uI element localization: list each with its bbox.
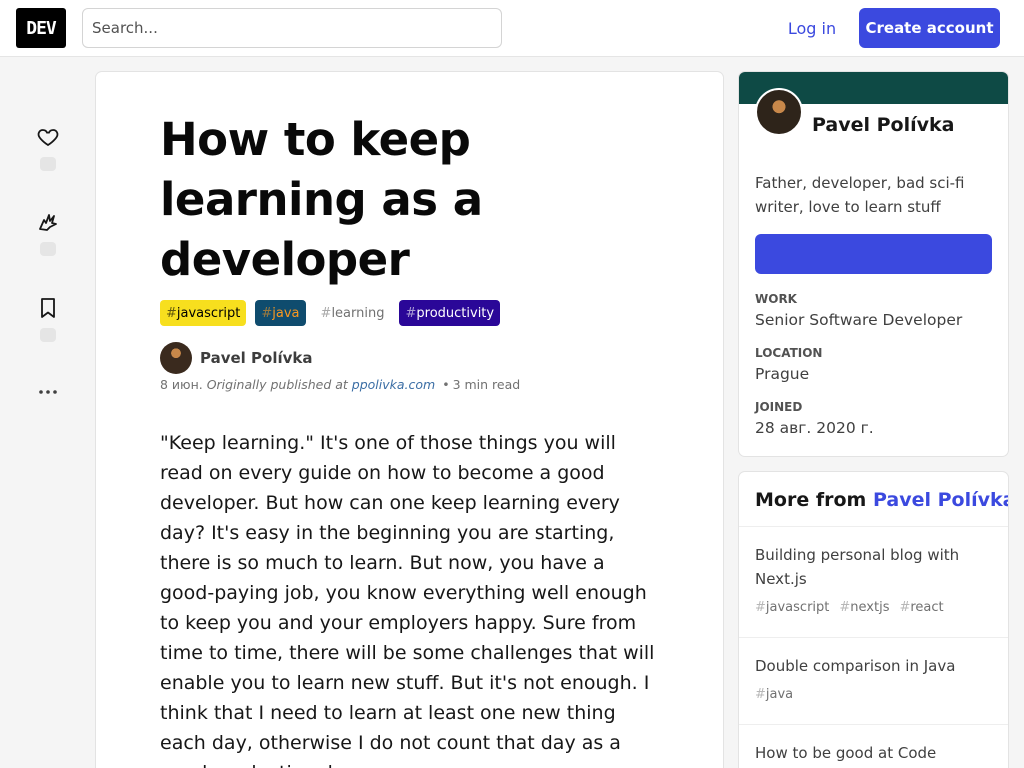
- article-card: How to keep learning as a developer # jav…: [96, 72, 723, 768]
- location-value: Prague: [755, 365, 810, 383]
- unicorn-icon: [39, 214, 57, 231]
- top-header: DEV Log in Create account: [0, 0, 1024, 57]
- bookmark-icon: [41, 298, 55, 318]
- article-tags: # javascript # java # learning # productivit…: [160, 300, 501, 326]
- more-from-heading: More from Pavel Polívka: [755, 489, 1008, 511]
- more-post-tags: #javascript #nextjs #react: [755, 600, 944, 615]
- tag-learning[interactable]: # learning: [314, 300, 391, 326]
- work-label: WORK: [755, 292, 797, 306]
- tag-javascript[interactable]: # javascript: [160, 300, 247, 326]
- follow-button[interactable]: [755, 234, 992, 274]
- author-profile-card: Pavel Polívka Father, developer, bad sci…: [739, 72, 1008, 456]
- author-avatar[interactable]: [160, 342, 192, 374]
- location-label: LOCATION: [755, 346, 823, 360]
- create-account-button[interactable]: Create account: [859, 8, 1000, 48]
- like-reaction[interactable]: [28, 125, 68, 171]
- joined-label: JOINED: [755, 400, 803, 414]
- profile-name[interactable]: Pavel Polívka: [812, 114, 954, 136]
- author-name[interactable]: Pavel Polívka: [200, 349, 313, 367]
- like-count: [40, 157, 56, 171]
- more-post-title[interactable]: Building personal blog with Next.js: [755, 543, 985, 591]
- more-post-tags: #java: [755, 687, 793, 702]
- more-post-title[interactable]: How to be good at Code Reviews: [755, 741, 985, 768]
- dev-logo[interactable]: DEV: [16, 8, 66, 48]
- bookmark-reaction[interactable]: [28, 296, 68, 342]
- article-author[interactable]: Pavel Polívka: [160, 342, 313, 374]
- more-from-card: More from Pavel Polívka Building persona…: [739, 472, 1008, 768]
- source-link[interactable]: ppolivka.com: [352, 377, 435, 392]
- more-options-button[interactable]: [28, 380, 68, 404]
- article-title: How to keep learning as a developer: [160, 113, 483, 286]
- article-meta: 8 июн. Originally published at ppolivka.…: [160, 377, 520, 392]
- post-tag[interactable]: #javascript: [755, 600, 829, 615]
- unicorn-count: [40, 242, 56, 256]
- originally-published-label: Originally published at: [206, 377, 348, 392]
- divider: [739, 724, 1008, 725]
- tag-java[interactable]: # java: [255, 300, 306, 326]
- joined-value: 28 авг. 2020 г.: [755, 419, 874, 437]
- read-time: 3 min read: [452, 377, 521, 392]
- post-tag[interactable]: #nextjs: [839, 600, 889, 615]
- post-tag[interactable]: #java: [755, 687, 793, 702]
- divider: [739, 526, 1008, 527]
- search-input[interactable]: [82, 8, 502, 48]
- more-from-author-link[interactable]: Pavel Polívka: [873, 489, 1008, 511]
- profile-bio: Father, developer, bad sci-fi writer, lo…: [755, 174, 965, 216]
- login-link[interactable]: Log in: [778, 8, 846, 48]
- divider: [739, 637, 1008, 638]
- heart-icon: [37, 129, 59, 147]
- publish-date: 8 июн.: [160, 377, 203, 392]
- tag-productivity[interactable]: # productivity: [399, 300, 501, 326]
- article-body: "Keep learning." It's one of those thing…: [160, 432, 655, 768]
- unicorn-reaction[interactable]: [28, 210, 68, 256]
- meta-separator: •: [442, 377, 450, 392]
- more-horizontal-icon: [39, 390, 57, 394]
- post-tag[interactable]: #react: [899, 600, 943, 615]
- work-value: Senior Software Developer: [755, 311, 963, 329]
- profile-avatar[interactable]: [755, 88, 803, 136]
- more-post-title[interactable]: Double comparison in Java: [755, 654, 985, 678]
- bookmark-count: [40, 328, 56, 342]
